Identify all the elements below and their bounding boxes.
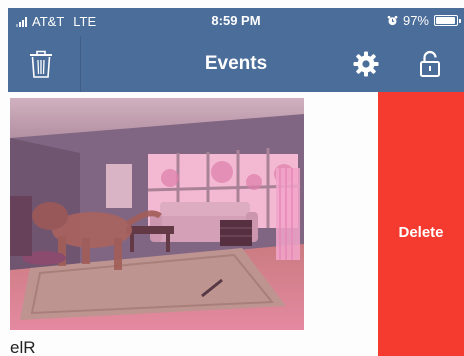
- battery-icon: [434, 15, 461, 26]
- battery-percent: 97%: [402, 13, 429, 28]
- status-bar: AT&T LTE 8:59 PM 97%: [8, 8, 464, 36]
- status-right: 97%: [387, 13, 461, 28]
- delete-button[interactable]: Delete: [378, 92, 464, 356]
- lock-button[interactable]: [412, 46, 448, 82]
- alarm-clock-icon: [387, 15, 398, 26]
- event-thumbnail[interactable]: [10, 98, 304, 330]
- nav-bar: Events: [8, 36, 464, 92]
- app-header: AT&T LTE 8:59 PM 97% Events: [8, 8, 464, 92]
- delete-button-label: Delete: [398, 223, 444, 241]
- battery-level: [436, 17, 456, 24]
- gear-icon: [353, 51, 379, 77]
- app-frame: AT&T LTE 8:59 PM 97% Events elR Delete: [0, 0, 464, 356]
- event-row[interactable]: elR Delete: [8, 92, 464, 356]
- event-label: elR: [10, 338, 36, 356]
- settings-button[interactable]: [348, 46, 384, 82]
- event-thumbnail-image: [10, 98, 304, 330]
- lock-icon: [420, 50, 440, 77]
- page-title: Events: [204, 53, 268, 74]
